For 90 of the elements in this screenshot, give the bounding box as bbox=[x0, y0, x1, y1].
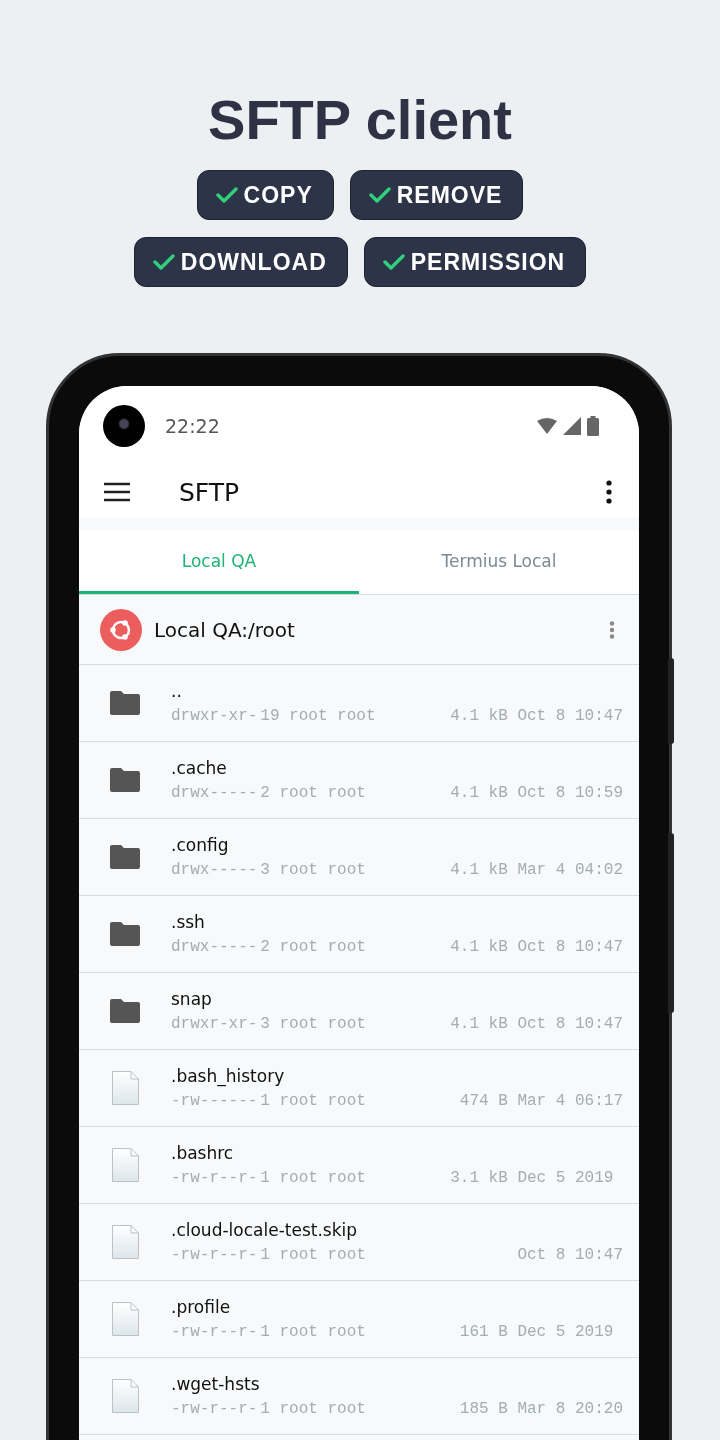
more-icon bbox=[605, 480, 613, 504]
file-row[interactable]: .config drwx----- 3 root root 4.1 kB Mar 4 04:02 bbox=[79, 819, 639, 896]
signal-icon bbox=[563, 417, 581, 435]
file-owner: 1 root root bbox=[260, 1246, 366, 1264]
file-date: Mar 4 06:17 bbox=[517, 1092, 623, 1110]
file-date: Mar 4 04:02 bbox=[517, 861, 623, 879]
file-name: .ssh bbox=[171, 912, 206, 932]
wifi-icon bbox=[537, 418, 557, 434]
file-size: 3.1 kB bbox=[450, 1169, 508, 1187]
feature-label: REMOVE bbox=[396, 181, 503, 209]
file-icon bbox=[111, 1071, 139, 1105]
check-icon bbox=[382, 253, 405, 271]
file-date: Oct 8 10:47 bbox=[517, 707, 623, 725]
file-permissions: drwx----- bbox=[171, 938, 258, 956]
file-owner: 1 root root bbox=[260, 1323, 366, 1341]
feature-label: COPY bbox=[243, 181, 313, 209]
path-title: Local QA:/root bbox=[154, 617, 295, 642]
file-name: .wget-hsts bbox=[171, 1374, 261, 1394]
file-name: .config bbox=[171, 835, 230, 855]
app-title: SFTP bbox=[179, 477, 240, 507]
file-date: Oct 8 10:47 bbox=[517, 1246, 623, 1264]
file-owner: 19 root root bbox=[260, 707, 376, 725]
file-permissions: drwxr-xr- bbox=[171, 1015, 258, 1033]
file-name: .cache bbox=[171, 758, 228, 778]
ubuntu-logo-icon bbox=[100, 608, 142, 651]
file-icon bbox=[111, 1379, 139, 1413]
file-icon bbox=[111, 1148, 139, 1182]
file-permissions: drwxr-xr- bbox=[171, 707, 258, 725]
file-owner: 3 root root bbox=[260, 861, 366, 879]
host-tab[interactable]: Termius Local bbox=[359, 530, 639, 594]
file-permissions: drwx----- bbox=[171, 784, 258, 802]
headline: SFTP client bbox=[208, 87, 512, 153]
file-row[interactable]: .. drwxr-xr- 19 root root 4.1 kB Oct 8 10:47 bbox=[79, 665, 639, 742]
file-row[interactable]: .bash_history -rw------ 1 root root 474 B Mar 4 06:17 bbox=[79, 1050, 639, 1127]
check-icon bbox=[215, 186, 238, 204]
file-permissions: -rw-r--r- bbox=[171, 1323, 258, 1341]
file-owner: 3 root root bbox=[260, 1015, 366, 1033]
file-owner: 1 root root bbox=[260, 1400, 366, 1418]
folder-icon bbox=[110, 691, 140, 715]
file-date: Mar 8 20:20 bbox=[517, 1400, 623, 1418]
file-owner: 1 root root bbox=[260, 1092, 366, 1110]
file-row[interactable]: snap drwxr-xr- 3 root root 4.1 kB Oct 8 10:47 bbox=[79, 973, 639, 1050]
file-date: Oct 8 10:47 bbox=[517, 1015, 623, 1033]
file-name: .profile bbox=[171, 1297, 232, 1317]
file-name: .bashrc bbox=[171, 1143, 235, 1163]
check-icon bbox=[368, 186, 391, 204]
file-row[interactable]: .cloud-locale-test.skip -rw-r--r- 1 root root Oct 8 10:47 bbox=[79, 1204, 639, 1281]
file-size: 4.1 kB bbox=[450, 707, 508, 725]
file-date: Dec 5 2019 bbox=[517, 1169, 615, 1187]
file-name: .cloud-locale-test.skip bbox=[171, 1220, 359, 1240]
folder-icon bbox=[110, 768, 140, 792]
file-permissions: -rw-r--r- bbox=[171, 1169, 258, 1187]
status-time: 22:22 bbox=[165, 415, 220, 437]
file-size: 4.1 kB bbox=[450, 861, 508, 879]
file-permissions: drwx----- bbox=[171, 861, 258, 879]
folder-icon bbox=[110, 922, 140, 946]
file-row[interactable]: .profile -rw-r--r- 1 root root 161 B Dec 5 2019 bbox=[79, 1281, 639, 1358]
feature-label: PERMISSION bbox=[410, 248, 566, 276]
file-name: .bash_history bbox=[171, 1066, 286, 1086]
folder-icon bbox=[110, 845, 140, 869]
check-icon bbox=[152, 253, 175, 271]
file-size: 185 B bbox=[458, 1400, 508, 1418]
file-owner: 2 root root bbox=[260, 938, 366, 956]
file-owner: 1 root root bbox=[260, 1169, 366, 1187]
file-size: 474 B bbox=[458, 1092, 508, 1110]
file-icon bbox=[111, 1225, 139, 1259]
file-size: 161 B bbox=[458, 1323, 508, 1341]
file-permissions: -rw------ bbox=[171, 1092, 258, 1110]
file-permissions: -rw-r--r- bbox=[171, 1400, 258, 1418]
file-owner: 2 root root bbox=[260, 784, 366, 802]
battery-icon bbox=[587, 416, 599, 436]
file-permissions: -rw-r--r- bbox=[171, 1246, 258, 1264]
file-size: 4.1 kB bbox=[450, 784, 508, 802]
file-name: snap bbox=[171, 989, 213, 1009]
file-size: 4.1 kB bbox=[450, 1015, 508, 1033]
file-row[interactable]: .cache drwx----- 2 root root 4.1 kB Oct 8 10:59 bbox=[79, 742, 639, 819]
file-row[interactable]: .ssh drwx----- 2 root root 4.1 kB Oct 8 10:47 bbox=[79, 896, 639, 973]
file-row[interactable]: .bashrc -rw-r--r- 1 root root 3.1 kB Dec 5 2019 bbox=[79, 1127, 639, 1204]
menu-icon bbox=[103, 482, 131, 502]
file-size: 4.1 kB bbox=[450, 938, 508, 956]
file-date: Oct 8 10:47 bbox=[517, 938, 623, 956]
file-date: Dec 5 2019 bbox=[517, 1323, 615, 1341]
camera-icon bbox=[103, 405, 145, 447]
folder-icon bbox=[110, 999, 140, 1023]
file-name: .. bbox=[171, 681, 183, 701]
file-row[interactable]: .wget-hsts -rw-r--r- 1 root root 185 B Mar 8 20:20 bbox=[79, 1358, 639, 1435]
file-icon bbox=[111, 1302, 139, 1336]
file-date: Oct 8 10:59 bbox=[517, 784, 623, 802]
more-icon bbox=[609, 620, 615, 639]
feature-label: DOWNLOAD bbox=[180, 248, 327, 276]
